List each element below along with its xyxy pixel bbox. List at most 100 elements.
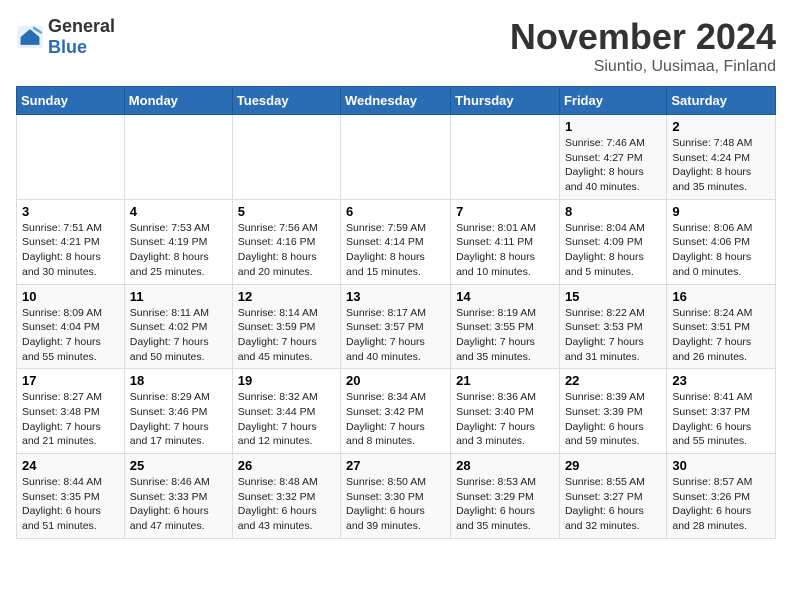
location-title: Siuntio, Uusimaa, Finland [510,58,776,76]
calendar-cell: 30 Sunrise: 8:57 AM Sunset: 3:26 PM Dayli… [667,454,776,539]
day-number: 28 [456,458,554,473]
day-info: Sunrise: 8:53 AM Sunset: 3:29 PM Dayligh… [456,475,554,534]
day-number: 18 [130,373,227,388]
day-number: 20 [346,373,445,388]
day-info: Sunrise: 8:17 AM Sunset: 3:57 PM Dayligh… [346,306,445,365]
calendar-cell: 5Sunrise: 7:56 AM Sunset: 4:16 PM Daylig… [232,199,340,284]
calendar-cell: 3 Sunrise: 7:51 AM Sunset: 4:21 PM Daylig… [17,199,125,284]
week-row-1: 1Sunrise: 7:46 AM Sunset: 4:27 PM Daylig… [17,115,776,200]
day-info: Sunrise: 8:29 AM Sunset: 3:46 PM Dayligh… [130,390,227,449]
day-number: 6 [346,204,445,219]
calendar-cell: 6 Sunrise: 7:59 AM Sunset: 4:14 PM Daylig… [341,199,451,284]
weekday-header-monday: Monday [124,87,232,115]
weekday-header-tuesday: Tuesday [232,87,340,115]
day-info: Sunrise: 8:34 AM Sunset: 3:42 PM Dayligh… [346,390,445,449]
calendar-cell: 16 Sunrise: 8:24 AM Sunset: 3:51 PM Dayli… [667,284,776,369]
day-info: Sunrise: 7:53 AM Sunset: 4:19 PM Dayligh… [130,221,227,280]
day-info: Sunrise: 8:14 AM Sunset: 3:59 PM Dayligh… [238,306,335,365]
day-info: Sunrise: 8:01 AM Sunset: 4:11 PM Dayligh… [456,221,554,280]
calendar-cell: 4 Sunrise: 7:53 AM Sunset: 4:19 PM Daylig… [124,199,232,284]
title-area: November 2024 Siuntio, Uusimaa, Finland [510,16,776,76]
calendar-cell: 21 Sunrise: 8:36 AM Sunset: 3:40 PM Dayli… [451,369,560,454]
day-number: 10 [22,289,119,304]
day-number: 2 [672,119,770,134]
month-title: November 2024 [510,16,776,58]
day-info: Sunrise: 7:46 AM Sunset: 4:27 PM Dayligh… [565,136,661,195]
day-info: Sunrise: 8:11 AM Sunset: 4:02 PM Dayligh… [130,306,227,365]
calendar-header: SundayMondayTuesdayWednesdayThursdayFrid… [17,87,776,115]
day-info: Sunrise: 8:39 AM Sunset: 3:39 PM Dayligh… [565,390,661,449]
calendar-cell: 20 Sunrise: 8:34 AM Sunset: 3:42 PM Dayli… [341,369,451,454]
day-info: Sunrise: 8:55 AM Sunset: 3:27 PM Dayligh… [565,475,661,534]
calendar-cell: 2Sunrise: 7:48 AM Sunset: 4:24 PM Daylig… [667,115,776,200]
weekday-header-row: SundayMondayTuesdayWednesdayThursdayFrid… [17,87,776,115]
day-number: 14 [456,289,554,304]
weekday-header-wednesday: Wednesday [341,87,451,115]
day-number: 26 [238,458,335,473]
day-number: 11 [130,289,227,304]
day-info: Sunrise: 8:09 AM Sunset: 4:04 PM Dayligh… [22,306,119,365]
day-number: 21 [456,373,554,388]
day-number: 7 [456,204,554,219]
calendar-cell: 25Sunrise: 8:46 AM Sunset: 3:33 PM Dayli… [124,454,232,539]
calendar-cell [451,115,560,200]
day-number: 23 [672,373,770,388]
calendar-cell: 27 Sunrise: 8:50 AM Sunset: 3:30 PM Dayli… [341,454,451,539]
day-number: 4 [130,204,227,219]
day-number: 24 [22,458,119,473]
calendar-cell [124,115,232,200]
day-info: Sunrise: 8:32 AM Sunset: 3:44 PM Dayligh… [238,390,335,449]
day-number: 12 [238,289,335,304]
calendar-cell [341,115,451,200]
calendar-cell: 1Sunrise: 7:46 AM Sunset: 4:27 PM Daylig… [559,115,666,200]
logo: General Blue [16,16,115,58]
week-row-4: 17Sunrise: 8:27 AM Sunset: 3:48 PM Dayli… [17,369,776,454]
weekday-header-saturday: Saturday [667,87,776,115]
day-info: Sunrise: 8:48 AM Sunset: 3:32 PM Dayligh… [238,475,335,534]
page-header: General Blue November 2024 Siuntio, Uusi… [16,16,776,76]
calendar-cell: 24 Sunrise: 8:44 AM Sunset: 3:35 PM Dayli… [17,454,125,539]
logo-icon [16,26,44,48]
calendar-cell: 10 Sunrise: 8:09 AM Sunset: 4:04 PM Dayli… [17,284,125,369]
weekday-header-thursday: Thursday [451,87,560,115]
day-number: 30 [672,458,770,473]
day-number: 15 [565,289,661,304]
calendar-cell: 29Sunrise: 8:55 AM Sunset: 3:27 PM Dayli… [559,454,666,539]
day-info: Sunrise: 8:50 AM Sunset: 3:30 PM Dayligh… [346,475,445,534]
weekday-header-friday: Friday [559,87,666,115]
day-info: Sunrise: 8:24 AM Sunset: 3:51 PM Dayligh… [672,306,770,365]
day-info: Sunrise: 8:44 AM Sunset: 3:35 PM Dayligh… [22,475,119,534]
calendar-cell: 8Sunrise: 8:04 AM Sunset: 4:09 PM Daylig… [559,199,666,284]
day-number: 27 [346,458,445,473]
week-row-3: 10 Sunrise: 8:09 AM Sunset: 4:04 PM Dayli… [17,284,776,369]
calendar-cell: 13Sunrise: 8:17 AM Sunset: 3:57 PM Dayli… [341,284,451,369]
day-info: Sunrise: 7:56 AM Sunset: 4:16 PM Dayligh… [238,221,335,280]
day-number: 3 [22,204,119,219]
calendar-cell: 23 Sunrise: 8:41 AM Sunset: 3:37 PM Dayli… [667,369,776,454]
calendar-cell: 11 Sunrise: 8:11 AM Sunset: 4:02 PM Dayli… [124,284,232,369]
weekday-header-sunday: Sunday [17,87,125,115]
day-number: 16 [672,289,770,304]
day-info: Sunrise: 7:51 AM Sunset: 4:21 PM Dayligh… [22,221,119,280]
day-number: 22 [565,373,661,388]
day-info: Sunrise: 8:06 AM Sunset: 4:06 PM Dayligh… [672,221,770,280]
week-row-2: 3 Sunrise: 7:51 AM Sunset: 4:21 PM Daylig… [17,199,776,284]
calendar-cell: 9Sunrise: 8:06 AM Sunset: 4:06 PM Daylig… [667,199,776,284]
calendar-body: 1Sunrise: 7:46 AM Sunset: 4:27 PM Daylig… [17,115,776,539]
day-info: Sunrise: 8:22 AM Sunset: 3:53 PM Dayligh… [565,306,661,365]
day-info: Sunrise: 8:36 AM Sunset: 3:40 PM Dayligh… [456,390,554,449]
day-info: Sunrise: 7:59 AM Sunset: 4:14 PM Dayligh… [346,221,445,280]
day-info: Sunrise: 8:41 AM Sunset: 3:37 PM Dayligh… [672,390,770,449]
logo-blue-text: Blue [48,37,87,57]
calendar-cell: 15 Sunrise: 8:22 AM Sunset: 3:53 PM Dayli… [559,284,666,369]
day-number: 19 [238,373,335,388]
logo-general-text: General [48,16,115,36]
day-info: Sunrise: 8:46 AM Sunset: 3:33 PM Dayligh… [130,475,227,534]
calendar-cell [17,115,125,200]
calendar-table: SundayMondayTuesdayWednesdayThursdayFrid… [16,86,776,539]
calendar-cell: 18 Sunrise: 8:29 AM Sunset: 3:46 PM Dayli… [124,369,232,454]
calendar-cell [232,115,340,200]
day-info: Sunrise: 8:19 AM Sunset: 3:55 PM Dayligh… [456,306,554,365]
day-info: Sunrise: 8:57 AM Sunset: 3:26 PM Dayligh… [672,475,770,534]
calendar-cell: 22 Sunrise: 8:39 AM Sunset: 3:39 PM Dayli… [559,369,666,454]
